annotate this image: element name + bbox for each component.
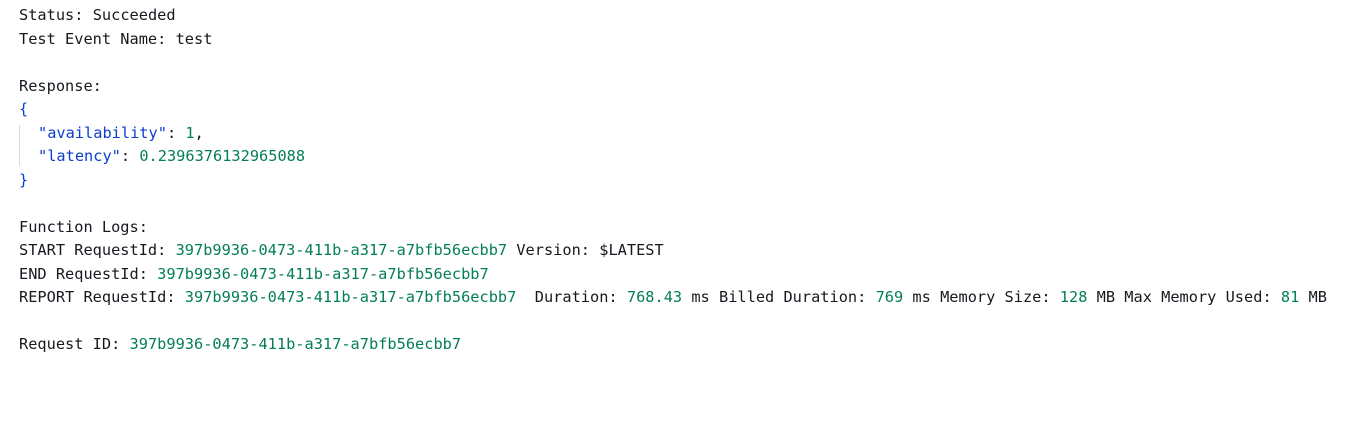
request-id-label: Request ID:	[19, 335, 121, 353]
json-close-brace: }	[19, 170, 29, 189]
json-open-brace: {	[19, 100, 29, 118]
request-id: 397b9936-0473-411b-a317-a7bfb56ecbb7	[184, 288, 517, 306]
test-event-label: Test Event Name:	[19, 29, 167, 48]
status-label: Status:	[19, 6, 84, 24]
log-end-line: END RequestId: 397b9936-0473-411b-a317-a…	[19, 264, 489, 283]
test-event-value: test	[175, 29, 213, 48]
duration-value: 768.43	[626, 288, 683, 306]
request-id-line: Request ID: 397b9936-0473-411b-a317-a7bf…	[19, 333, 1364, 357]
log-start-line: START RequestId: 397b9936-0473-411b-a317…	[19, 241, 664, 259]
request-id: 397b9936-0473-411b-a317-a7bfb56ecbb7	[129, 335, 462, 353]
request-id: 397b9936-0473-411b-a317-a7bfb56ecbb7	[175, 241, 508, 259]
status-value: Succeeded	[92, 6, 176, 24]
status-line: Status: Succeeded	[19, 4, 1364, 28]
request-id: 397b9936-0473-411b-a317-a7bfb56ecbb7	[157, 264, 489, 283]
function-logs-label: Function Logs:	[19, 217, 148, 236]
billed-duration-value: 769	[875, 288, 904, 306]
json-field-availability: "availability": 1,	[38, 123, 204, 142]
log-report-line: REPORT RequestId: 397b9936-0473-411b-a31…	[19, 288, 1327, 306]
json-key: "latency"	[38, 147, 121, 165]
json-body: "availability": 1, "latency": 0.23963761…	[19, 122, 1364, 169]
test-event-line: Test Event Name: test	[19, 28, 1364, 52]
json-value: 0.2396376132965088	[139, 147, 306, 165]
response-label: Response:	[19, 76, 102, 95]
memory-size-value: 128	[1059, 288, 1088, 306]
json-value: 1	[185, 123, 195, 142]
json-key: "availability"	[38, 123, 167, 142]
execution-result-log: Status: Succeeded Test Event Name: test …	[19, 4, 1364, 357]
json-field-latency: "latency": 0.2396376132965088	[38, 147, 306, 165]
max-memory-value: 81	[1280, 288, 1300, 306]
version-value: $LATEST	[599, 241, 664, 259]
